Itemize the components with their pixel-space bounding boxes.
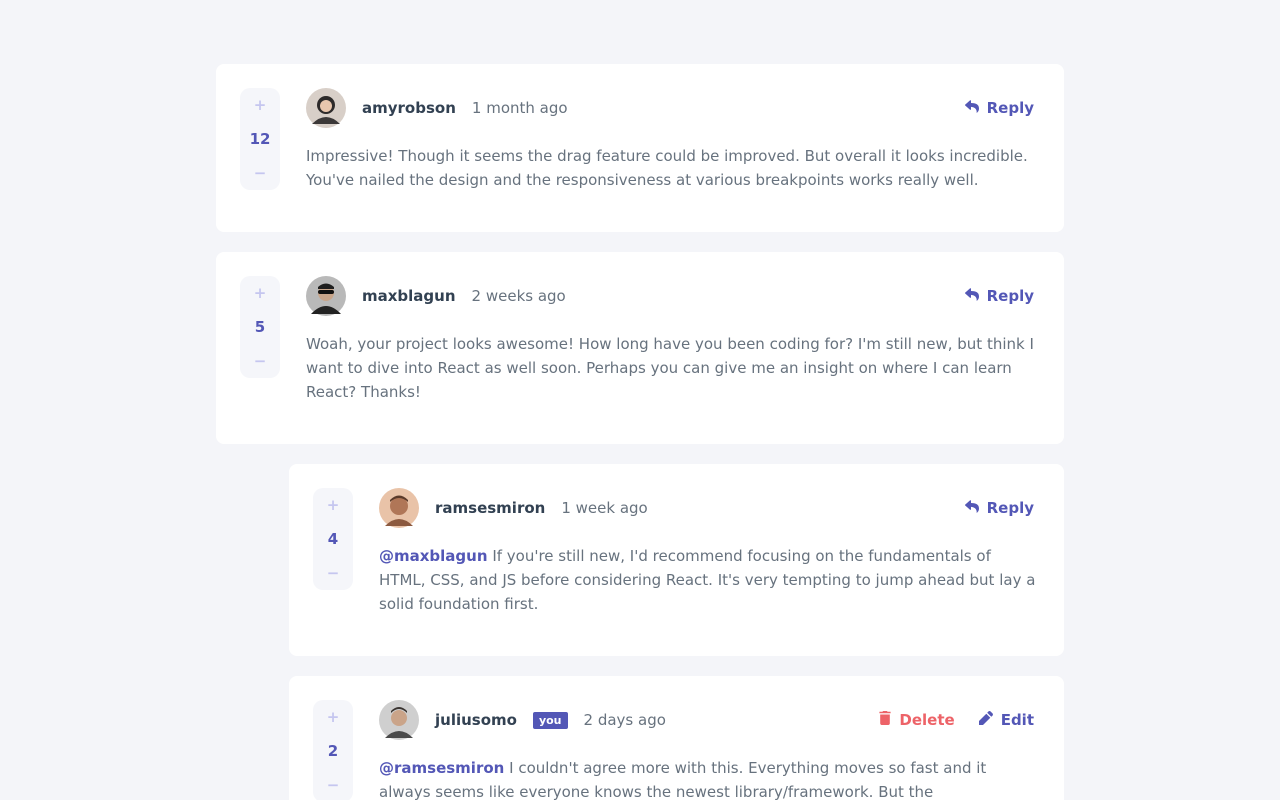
comment-header: ramsesmiron 1 week ago Reply xyxy=(379,488,1034,528)
user-avatar-icon xyxy=(379,700,419,740)
reply-button[interactable]: Reply xyxy=(964,287,1034,305)
downvote-button[interactable]: − xyxy=(254,354,267,369)
user-avatar-icon xyxy=(306,88,346,128)
comment-actions: Reply xyxy=(964,287,1034,305)
reply-card: + 4 − ramsesmiron 1 week ago Reply @maxb… xyxy=(289,464,1064,656)
comment-actions: Delete Edit xyxy=(879,711,1034,729)
trash-icon xyxy=(879,711,892,729)
upvote-button[interactable]: + xyxy=(327,498,340,513)
comment-actions: Reply xyxy=(964,99,1034,117)
upvote-button[interactable]: + xyxy=(327,710,340,725)
score-value: 5 xyxy=(254,318,266,336)
edit-label: Edit xyxy=(1000,711,1034,729)
reply-icon xyxy=(964,99,979,117)
reply-icon xyxy=(964,499,979,517)
reply-label: Reply xyxy=(986,499,1034,517)
comment-actions: Reply xyxy=(964,499,1034,517)
comment-content: @maxblagun If you're still new, I'd reco… xyxy=(379,544,1036,616)
username[interactable]: maxblagun xyxy=(362,287,456,305)
score-widget: + 12 − xyxy=(240,88,280,190)
downvote-button[interactable]: − xyxy=(327,778,340,793)
delete-button[interactable]: Delete xyxy=(879,711,955,729)
pencil-icon xyxy=(978,711,993,729)
username[interactable]: amyrobson xyxy=(362,99,456,117)
comment-card: + 5 − maxblagun 2 weeks ago Reply Woah, … xyxy=(216,252,1064,444)
score-widget: + 5 − xyxy=(240,276,280,378)
username[interactable]: juliusomo xyxy=(435,711,517,729)
edit-button[interactable]: Edit xyxy=(978,711,1034,729)
reply-label: Reply xyxy=(986,99,1034,117)
upvote-button[interactable]: + xyxy=(254,286,267,301)
comment-date: 1 week ago xyxy=(561,499,648,517)
user-avatar-icon xyxy=(379,488,419,528)
reply-card: + 2 − juliusomo you 2 days ago Delete Ed… xyxy=(289,676,1064,800)
score-value: 4 xyxy=(327,530,339,548)
reply-button[interactable]: Reply xyxy=(964,99,1034,117)
comment-date: 2 weeks ago xyxy=(471,287,566,305)
score-widget: + 2 − xyxy=(313,700,353,800)
score-value: 2 xyxy=(327,742,339,760)
reply-label: Reply xyxy=(986,287,1034,305)
reply-button[interactable]: Reply xyxy=(964,499,1034,517)
comment-date: 2 days ago xyxy=(583,711,666,729)
score-value: 12 xyxy=(249,130,271,148)
comment-content: Impressive! Though it seems the drag fea… xyxy=(306,147,1028,189)
score-widget: + 4 − xyxy=(313,488,353,590)
comment-header: juliusomo you 2 days ago Delete Edit xyxy=(379,700,1034,740)
comment-content: @ramsesmiron I couldn't agree more with … xyxy=(379,756,1036,800)
downvote-button[interactable]: − xyxy=(254,166,267,181)
username[interactable]: ramsesmiron xyxy=(435,499,545,517)
upvote-button[interactable]: + xyxy=(254,98,267,113)
you-badge: you xyxy=(532,711,568,729)
comment-header: maxblagun 2 weeks ago Reply xyxy=(306,276,1034,316)
comment-card: + 12 − amyrobson 1 month ago Reply Impre… xyxy=(216,64,1064,232)
downvote-button[interactable]: − xyxy=(327,566,340,581)
comment-header: amyrobson 1 month ago Reply xyxy=(306,88,1034,128)
user-avatar-icon xyxy=(306,276,346,316)
mention-link[interactable]: @ramsesmiron xyxy=(379,759,504,777)
delete-label: Delete xyxy=(899,711,955,729)
comment-date: 1 month ago xyxy=(471,99,568,117)
mention-link[interactable]: @maxblagun xyxy=(379,547,488,565)
comment-content: Woah, your project looks awesome! How lo… xyxy=(306,335,1034,401)
reply-icon xyxy=(964,287,979,305)
